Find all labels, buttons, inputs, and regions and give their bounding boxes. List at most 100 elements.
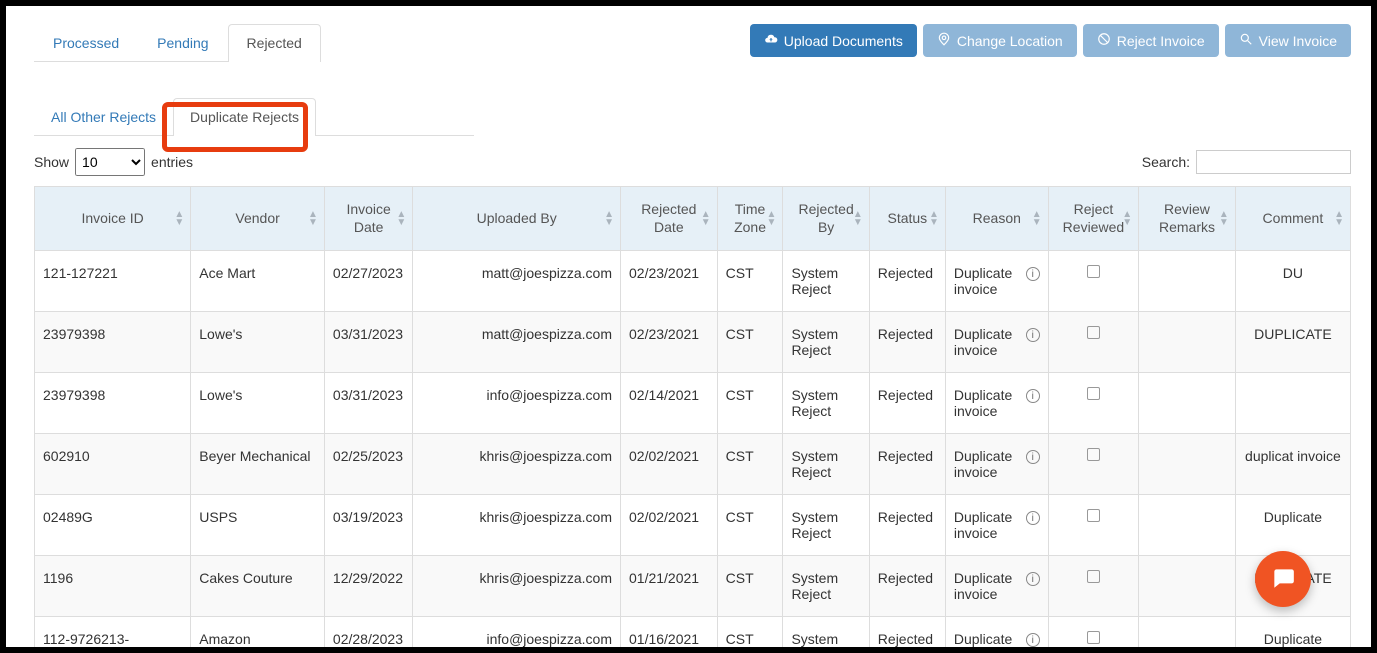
upload-label: Upload Documents [784,33,903,49]
cell-rejected-by: System Reject [783,373,869,434]
info-icon[interactable]: i [1026,511,1040,525]
review-checkbox[interactable] [1087,631,1100,644]
cell-comment: DUPLICATE [1235,312,1350,373]
sort-icon: ▲▼ [1334,211,1344,227]
cell-status: Rejected [869,556,945,617]
cell-comment: DU [1235,251,1350,312]
review-checkbox[interactable] [1087,570,1100,583]
col-reason[interactable]: Reason▲▼ [945,187,1048,251]
table-row[interactable]: 02489GUSPS03/19/2023khris@joespizza.com0… [35,495,1351,556]
sort-icon: ▲▼ [604,211,614,227]
cell-invoice-id: 602910 [35,434,191,495]
show-label: Show [34,154,69,170]
tab-processed[interactable]: Processed [34,24,138,61]
review-checkbox[interactable] [1087,326,1100,339]
info-icon[interactable]: i [1026,328,1040,342]
cell-reason: Duplicate invoice i [945,251,1048,312]
cell-rejected-by: System Reject [783,617,869,653]
cell-reject-reviewed [1048,434,1138,495]
cell-reject-reviewed [1048,556,1138,617]
search-label: Search: [1142,154,1190,170]
col-reject-reviewed[interactable]: Reject Reviewed▲▼ [1048,187,1138,251]
cell-status: Rejected [869,251,945,312]
cell-reason: Duplicate invoice i [945,556,1048,617]
cell-invoice-id: 112-9726213-5536236 [35,617,191,653]
info-icon[interactable]: i [1026,450,1040,464]
cell-reject-reviewed [1048,617,1138,653]
chat-bubble-icon [1270,565,1296,594]
cell-status: Rejected [869,312,945,373]
reject-invoice-button[interactable]: Reject Invoice [1083,24,1219,57]
sort-icon: ▲▼ [1122,211,1132,227]
cell-time-zone: CST [717,312,783,373]
cell-review-remarks [1139,373,1236,434]
sort-icon: ▲▼ [1032,211,1042,227]
col-rejected-by[interactable]: Rejected By▲▼ [783,187,869,251]
col-status[interactable]: Status▲▼ [869,187,945,251]
cell-uploaded-by: matt@joespizza.com [413,312,621,373]
review-checkbox[interactable] [1087,265,1100,278]
cell-rejected-date: 02/23/2021 [621,251,718,312]
cell-invoice-id: 23979398 [35,312,191,373]
sort-icon: ▲▼ [853,211,863,227]
cell-reject-reviewed [1048,312,1138,373]
chat-fab[interactable] [1255,551,1311,607]
tab-rejected[interactable]: Rejected [228,24,321,62]
table-row[interactable]: 112-9726213-5536236Amazon02/28/2023info@… [35,617,1351,653]
table-row[interactable]: 23979398Lowe's03/31/2023matt@joespizza.c… [35,312,1351,373]
review-checkbox[interactable] [1087,509,1100,522]
search-input[interactable] [1196,150,1351,174]
cell-invoice-date: 12/29/2022 [324,556,412,617]
info-icon[interactable]: i [1026,633,1040,647]
col-comment[interactable]: Comment▲▼ [1235,187,1350,251]
cell-rejected-by: System Reject [783,251,869,312]
view-invoice-button[interactable]: View Invoice [1225,24,1351,57]
table-row[interactable]: 602910Beyer Mechanical02/25/2023khris@jo… [35,434,1351,495]
subtab-all-other-rejects[interactable]: All Other Rejects [34,98,173,135]
cell-reason: Duplicate invoice i [945,312,1048,373]
upload-documents-button[interactable]: Upload Documents [750,24,917,57]
col-uploaded-by[interactable]: Uploaded By▲▼ [413,187,621,251]
col-review-remarks[interactable]: Review Remarks▲▼ [1139,187,1236,251]
review-checkbox[interactable] [1087,448,1100,461]
col-rejected-date[interactable]: Rejected Date▲▼ [621,187,718,251]
sort-icon: ▲▼ [1219,211,1229,227]
table-row[interactable]: 23979398Lowe's03/31/2023info@joespizza.c… [35,373,1351,434]
cell-uploaded-by: info@joespizza.com [413,373,621,434]
subtab-duplicate-rejects[interactable]: Duplicate Rejects [173,98,316,136]
col-vendor[interactable]: Vendor▲▼ [191,187,325,251]
search-icon [1239,32,1253,49]
info-icon[interactable]: i [1026,572,1040,586]
page-length-select[interactable]: 10 [75,148,145,176]
table-row[interactable]: 121-127221Ace Mart02/27/2023matt@joespiz… [35,251,1351,312]
action-bar: Upload Documents Change Location Reject … [750,24,1351,57]
cell-reason: Duplicate invoice i [945,373,1048,434]
tab-pending[interactable]: Pending [138,24,227,61]
cell-time-zone: CST [717,495,783,556]
cell-vendor: USPS [191,495,325,556]
sort-icon: ▲▼ [308,211,318,227]
col-invoice-date[interactable]: Invoice Date▲▼ [324,187,412,251]
cell-review-remarks [1139,617,1236,653]
search-control: Search: [1142,150,1351,174]
table-row[interactable]: 1196Cakes Couture12/29/2022khris@joespiz… [35,556,1351,617]
cell-invoice-id: 02489G [35,495,191,556]
cell-vendor: Beyer Mechanical [191,434,325,495]
cell-review-remarks [1139,434,1236,495]
cell-rejected-date: 02/02/2021 [621,434,718,495]
change-location-button[interactable]: Change Location [923,24,1077,57]
cell-vendor: Lowe's [191,373,325,434]
cell-vendor: Amazon [191,617,325,653]
review-checkbox[interactable] [1087,387,1100,400]
col-invoice-id[interactable]: Invoice ID▲▼ [35,187,191,251]
info-icon[interactable]: i [1026,389,1040,403]
cell-review-remarks [1139,556,1236,617]
info-icon[interactable]: i [1026,267,1040,281]
view-invoice-label: View Invoice [1259,33,1337,49]
cell-rejected-by: System Reject [783,434,869,495]
sort-icon: ▲▼ [929,211,939,227]
col-time-zone[interactable]: Time Zone▲▼ [717,187,783,251]
cell-comment: Duplicate [1235,495,1350,556]
cell-invoice-date: 03/31/2023 [324,373,412,434]
rejected-invoices-table: Invoice ID▲▼ Vendor▲▼ Invoice Date▲▼ Upl… [34,186,1351,653]
